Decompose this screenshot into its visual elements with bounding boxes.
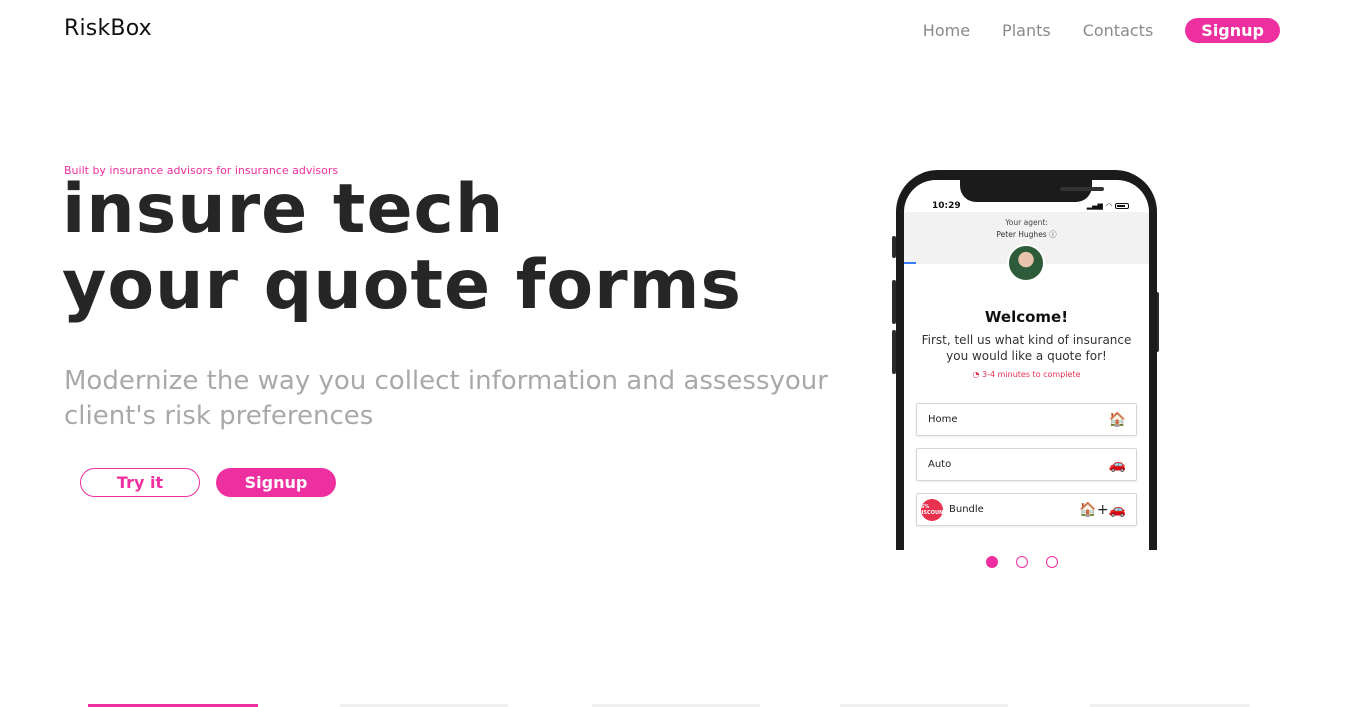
nav-home[interactable]: Home	[923, 21, 970, 40]
signal-icon: ▂▄▆	[1086, 202, 1103, 210]
option-home[interactable]: Home 🏠	[916, 403, 1137, 436]
carousel-dot-1[interactable]	[986, 556, 998, 568]
carousel-dot-2[interactable]	[1016, 556, 1028, 568]
phone-mockup: 10:29 ▂▄▆ ◠ Your agent: Peter Hughes ⓘ W…	[896, 170, 1157, 550]
phone-notch	[960, 180, 1104, 202]
hero-signup-button[interactable]: Signup	[216, 468, 336, 497]
agent-name: Peter Hughes ⓘ	[996, 230, 1057, 239]
welcome-heading: Welcome!	[984, 308, 1069, 326]
status-clock: 10:29	[932, 201, 961, 211]
wifi-icon: ◠	[1105, 202, 1112, 210]
info-icon[interactable]: ⓘ	[1049, 230, 1057, 239]
nav-plants[interactable]: Plants	[1002, 21, 1051, 40]
headline-line-2: your quote forms	[62, 246, 742, 325]
phone-screen: 10:29 ▂▄▆ ◠ Your agent: Peter Hughes ⓘ W…	[904, 180, 1149, 550]
main-nav: Home Plants Contacts Signup	[891, 18, 1280, 43]
carousel-dots	[986, 556, 1058, 568]
discount-badge: 25% DISCOUNT	[917, 498, 947, 521]
house-icon: 🏠	[1108, 412, 1126, 428]
status-icons: ▂▄▆ ◠	[1087, 202, 1129, 210]
nav-contacts[interactable]: Contacts	[1083, 21, 1154, 40]
option-auto[interactable]: Auto 🚗	[916, 448, 1137, 481]
hero-subhead: Modernize the way you collect informatio…	[64, 366, 828, 431]
brand-logo[interactable]: RiskBox	[64, 16, 152, 41]
headline-line-1: insure tech	[62, 170, 505, 249]
progress-bar	[904, 262, 916, 264]
agent-avatar	[1007, 244, 1045, 282]
nav-signup-button[interactable]: Signup	[1185, 18, 1280, 43]
battery-icon	[1115, 203, 1129, 209]
carousel-dot-3[interactable]	[1046, 556, 1058, 568]
car-icon: 🚗	[1108, 457, 1126, 473]
duration-note: ◔ 3-4 minutes to complete	[972, 370, 1081, 379]
option-bundle[interactable]: 25% DISCOUNT Bundle 🏠+🚗	[916, 493, 1137, 526]
clock-icon: ◔	[972, 370, 980, 379]
try-it-button[interactable]: Try it	[80, 468, 200, 497]
house-car-icon: 🏠+🚗	[1079, 502, 1126, 518]
agent-label: Your agent:	[1005, 218, 1048, 227]
hero-headline: insure tech your quote forms	[62, 172, 742, 324]
insurance-question: First, tell us what kind of insurance yo…	[921, 333, 1132, 363]
